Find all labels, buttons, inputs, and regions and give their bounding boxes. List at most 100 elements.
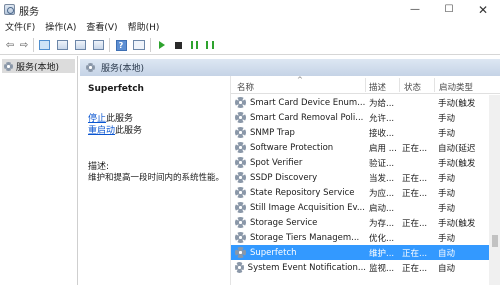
gear-icon bbox=[235, 172, 246, 183]
back-arrow-icon[interactable]: ⇦ bbox=[3, 38, 17, 52]
service-status: 正在... bbox=[402, 143, 428, 154]
service-name-cell: Storage Service bbox=[235, 217, 366, 228]
export-list-button[interactable] bbox=[91, 38, 105, 52]
menu-action[interactable]: 操作(A) bbox=[40, 20, 81, 33]
service-name: Still Image Acquisition Ev... bbox=[250, 202, 365, 213]
table-row[interactable]: Spot Verifier 验证... 手动(触发 bbox=[231, 155, 489, 170]
table-row[interactable]: SNMP Trap 接收... 手动 bbox=[231, 125, 489, 140]
service-status: 正在... bbox=[402, 248, 428, 259]
column-header-description[interactable]: 描述 bbox=[369, 81, 386, 93]
restart-service-link[interactable]: 重启动 bbox=[88, 126, 115, 136]
sort-ascending-icon: ^ bbox=[297, 76, 303, 84]
forward-arrow-icon[interactable]: ⇨ bbox=[17, 38, 31, 52]
table-row[interactable]: SSDP Discovery 当发... 正在... 手动 bbox=[231, 170, 489, 185]
start-service-button[interactable] bbox=[155, 38, 169, 52]
service-description: 为给... bbox=[369, 98, 395, 109]
service-startup-type: 手动 bbox=[438, 128, 456, 139]
restart-icon bbox=[206, 41, 214, 49]
service-name: State Repository Service bbox=[250, 187, 355, 198]
gear-icon bbox=[86, 63, 95, 72]
service-name-cell: Spot Verifier bbox=[235, 157, 366, 168]
stop-icon bbox=[174, 41, 182, 49]
refresh-button[interactable] bbox=[73, 38, 87, 52]
table-row[interactable]: Storage Service 为存... 正在... 手动(触发 bbox=[231, 215, 489, 230]
console-tree: 服务(本地) bbox=[0, 56, 78, 285]
service-detail-pane: Superfetch 停止此服务 重启动此服务 描述: 维护和提高一段时间内的系… bbox=[80, 76, 230, 285]
service-startup-type: 手动(触发 bbox=[438, 158, 476, 169]
vertical-scrollbar[interactable] bbox=[489, 95, 500, 285]
pause-service-button[interactable] bbox=[187, 38, 201, 52]
list-header: ^ 名称 描述 状态 启动类型 bbox=[231, 76, 500, 94]
show-hide-tree-button[interactable] bbox=[37, 38, 51, 52]
table-row[interactable]: System Event Notification... 监视... 正在...… bbox=[231, 260, 489, 275]
stop-service-button[interactable] bbox=[171, 38, 185, 52]
gear-icon bbox=[235, 262, 244, 273]
column-divider[interactable] bbox=[365, 78, 366, 92]
service-name-cell: SSDP Discovery bbox=[235, 172, 366, 183]
window-title: 服务 bbox=[19, 7, 39, 18]
selected-service-name: Superfetch bbox=[88, 84, 144, 94]
service-name-cell: Smart Card Device Enum... bbox=[235, 97, 366, 108]
content-header: 服务(本地) bbox=[80, 59, 500, 76]
table-row[interactable]: Software Protection 启用 ... 正在... 自动(延迟 bbox=[231, 140, 489, 155]
column-divider[interactable] bbox=[434, 78, 435, 92]
table-row[interactable]: Smart Card Removal Poli... 允许... 手动 bbox=[231, 110, 489, 125]
mmc-button[interactable] bbox=[132, 38, 146, 52]
table-row[interactable]: Smart Card Device Enum... 为给... 手动(触发 bbox=[231, 95, 489, 110]
menu-bar: 文件(F) 操作(A) 查看(V) 帮助(H) bbox=[0, 19, 500, 34]
menu-view[interactable]: 查看(V) bbox=[81, 20, 122, 33]
tree-node-label: 服务(本地) bbox=[16, 62, 60, 73]
title-bar: 服务 — ☐ ✕ bbox=[0, 0, 500, 19]
service-startup-type: 手动 bbox=[438, 113, 456, 124]
maximize-button[interactable]: ☐ bbox=[432, 0, 466, 19]
column-header-startup-type[interactable]: 启动类型 bbox=[439, 81, 473, 93]
toolbar: ⇦ ⇨ ? bbox=[0, 35, 500, 55]
toolbar-divider bbox=[150, 38, 151, 52]
table-row-selected[interactable]: Superfetch 维护... 正在... 自动 bbox=[231, 245, 489, 260]
gear-icon bbox=[235, 232, 246, 243]
close-button[interactable]: ✕ bbox=[466, 0, 500, 19]
service-description: 监视... bbox=[369, 263, 395, 274]
description-text: 维护和提高一段时间内的系统性能。 bbox=[88, 173, 225, 183]
pause-icon bbox=[190, 41, 198, 49]
gear-icon bbox=[235, 217, 246, 228]
service-status: 正在... bbox=[402, 263, 428, 274]
service-name: Smart Card Device Enum... bbox=[250, 97, 366, 108]
menu-help[interactable]: 帮助(H) bbox=[123, 20, 165, 33]
table-row[interactable]: Still Image Acquisition Ev... 启动... 手动 bbox=[231, 200, 489, 215]
play-icon bbox=[159, 41, 165, 49]
console-tree-icon bbox=[38, 40, 50, 50]
help-button[interactable]: ? bbox=[114, 38, 128, 52]
table-row[interactable]: Storage Tiers Managem... 优化... 手动 bbox=[231, 230, 489, 245]
column-divider[interactable] bbox=[399, 78, 400, 92]
service-name-cell: Still Image Acquisition Ev... bbox=[235, 202, 366, 213]
service-name: Superfetch bbox=[250, 247, 297, 258]
table-row[interactable]: State Repository Service 为应... 正在... 手动 bbox=[231, 185, 489, 200]
content-header-title: 服务(本地) bbox=[101, 64, 145, 74]
minimize-button[interactable]: — bbox=[398, 0, 432, 19]
properties-button[interactable] bbox=[55, 38, 69, 52]
service-description: 维护... bbox=[369, 248, 395, 259]
service-description: 为应... bbox=[369, 188, 395, 199]
service-name: Storage Tiers Managem... bbox=[250, 232, 360, 243]
service-name: Spot Verifier bbox=[250, 157, 303, 168]
menu-file[interactable]: 文件(F) bbox=[0, 20, 40, 33]
gear-icon bbox=[235, 97, 246, 108]
services-list: ^ 名称 描述 状态 启动类型 Smart Card Device Enum..… bbox=[230, 76, 500, 285]
column-header-status[interactable]: 状态 bbox=[404, 81, 421, 93]
service-name: Storage Service bbox=[250, 217, 318, 228]
tree-node-services-local[interactable]: 服务(本地) bbox=[2, 59, 75, 73]
gear-icon bbox=[235, 247, 246, 258]
column-header-name[interactable]: 名称 bbox=[237, 81, 254, 93]
service-name-cell: Superfetch bbox=[235, 247, 366, 258]
restart-service-button[interactable] bbox=[203, 38, 217, 52]
service-name: SNMP Trap bbox=[250, 127, 295, 138]
service-name: System Event Notification... bbox=[247, 262, 366, 273]
service-startup-type: 手动(触发 bbox=[438, 218, 476, 229]
service-name-cell: SNMP Trap bbox=[235, 127, 366, 138]
scrollbar-thumb[interactable] bbox=[492, 235, 498, 247]
service-name: Software Protection bbox=[250, 142, 334, 153]
mmc-icon bbox=[133, 40, 145, 50]
service-name-cell: System Event Notification... bbox=[235, 262, 366, 273]
service-startup-type: 自动(延迟 bbox=[438, 143, 476, 154]
